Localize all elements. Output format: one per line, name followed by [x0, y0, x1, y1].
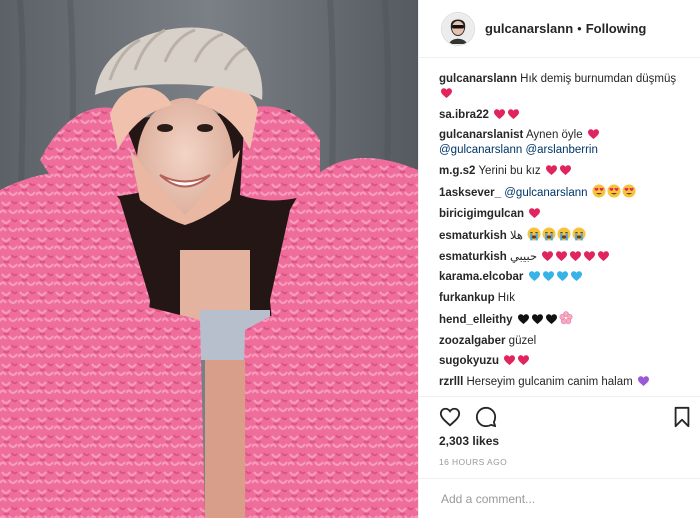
- blue-heart-emoji: [556, 270, 569, 282]
- comment-item: rzrlll Herseyim gulcanim canim halam: [439, 375, 691, 390]
- comment-text: حبيبي: [509, 250, 538, 263]
- post-timestamp[interactable]: 16 HOURS AGO: [439, 457, 507, 467]
- comment-username[interactable]: hend_elleithy: [439, 314, 513, 326]
- black-heart-emoji: [517, 313, 530, 325]
- post-photo-illustration: [0, 0, 418, 518]
- comment-username[interactable]: sa.ibra22: [439, 109, 489, 121]
- comment-text: هلا: [509, 230, 523, 242]
- heart-outline-icon[interactable]: [439, 406, 461, 428]
- add-comment-bar: [419, 478, 700, 518]
- blue-heart-emoji: [570, 270, 583, 282]
- comment-username[interactable]: 1asksever_: [439, 187, 501, 199]
- red-heart-emoji: [583, 250, 596, 262]
- red-heart-emoji: [545, 164, 558, 176]
- comment-item: zoozalgaber güzel: [439, 334, 691, 349]
- post-sidebar: gulcanarslann • Following gulcanarslann …: [418, 0, 700, 518]
- crying-face-emoji: [572, 227, 586, 241]
- comment-username[interactable]: furkankup: [439, 292, 495, 304]
- comment-item: gulcanarslann Hık demiş burnumdan düşmüş: [439, 72, 691, 102]
- likes-count[interactable]: 2,303 likes: [439, 434, 499, 448]
- comment-item: gulcanarslanist Aynen öyle @gulcanarslan…: [439, 128, 691, 158]
- comment-item: sugokyuzu: [439, 354, 691, 369]
- heart-eyes-emoji: [622, 184, 636, 198]
- avatar[interactable]: [441, 11, 475, 46]
- comment-mention[interactable]: @gulcanarslann: [504, 187, 587, 199]
- comment-username[interactable]: zoozalgaber: [439, 335, 505, 347]
- comment-username[interactable]: m.g.s2: [439, 165, 475, 177]
- blue-heart-emoji: [528, 270, 541, 282]
- comment-item: furkankup Hık: [439, 291, 691, 306]
- comment-username[interactable]: rzrlll: [439, 376, 463, 388]
- comment-text: Hık demiş burnumdan düşmüş: [520, 73, 677, 85]
- comment-text: güzel: [508, 334, 537, 347]
- comment-username[interactable]: esmaturkish: [439, 230, 507, 242]
- red-heart-emoji: [528, 207, 541, 219]
- crying-face-emoji: [557, 227, 571, 241]
- comment-mention[interactable]: @arslanberrin: [525, 144, 597, 156]
- instagram-post: gulcanarslann • Following gulcanarslann …: [0, 0, 700, 518]
- add-comment-input[interactable]: [439, 489, 683, 509]
- following-button[interactable]: Following: [586, 21, 647, 36]
- comment-item: esmaturkish حبيبي: [439, 250, 691, 265]
- blue-heart-emoji: [542, 270, 555, 282]
- red-heart-emoji: [555, 250, 568, 262]
- header-separator: •: [577, 21, 582, 36]
- comment-username[interactable]: karama.elcobar: [439, 271, 523, 283]
- crying-face-emoji: [542, 227, 556, 241]
- red-heart-emoji: [493, 108, 506, 120]
- comment-username[interactable]: esmaturkish: [439, 251, 507, 263]
- heart-eyes-emoji: [592, 184, 606, 198]
- comment-username[interactable]: sugokyuzu: [439, 355, 499, 367]
- red-heart-emoji: [507, 108, 520, 120]
- comment-username[interactable]: gulcanarslanist: [439, 129, 523, 141]
- comment-username[interactable]: biricigimgulcan: [439, 208, 524, 220]
- post-photo[interactable]: [0, 0, 418, 518]
- action-bar: [419, 396, 700, 435]
- cherry-blossom-emoji: [559, 311, 573, 325]
- comment-text: Yerini bu kız: [478, 164, 541, 177]
- comment-item: esmaturkish هلا: [439, 227, 691, 244]
- red-heart-emoji: [559, 164, 572, 176]
- comment-item: 1asksever_ @gulcanarslann: [439, 184, 691, 201]
- comment-text: Herseyim gulcanim canim halam: [466, 375, 633, 388]
- purple-heart-emoji: [637, 375, 650, 387]
- red-heart-emoji: [587, 128, 600, 140]
- red-heart-emoji: [569, 250, 582, 262]
- comment-item: sa.ibra22: [439, 108, 691, 123]
- comments-list: gulcanarslann Hık demiş burnumdan düşmüş…: [439, 72, 691, 394]
- black-heart-emoji: [531, 313, 544, 325]
- comment-item: m.g.s2 Yerini bu kız: [439, 164, 691, 179]
- red-heart-emoji: [503, 354, 516, 366]
- red-heart-emoji: [440, 87, 453, 99]
- heart-eyes-emoji: [607, 184, 621, 198]
- black-heart-emoji: [545, 313, 558, 325]
- comment-username[interactable]: gulcanarslann: [439, 73, 517, 85]
- comment-text: Hık: [497, 291, 516, 304]
- comment-item: hend_elleithy: [439, 311, 691, 328]
- comment-mention[interactable]: @gulcanarslann: [439, 144, 522, 156]
- crying-face-emoji: [527, 227, 541, 241]
- comment-bubble-icon[interactable]: [475, 406, 497, 428]
- red-heart-emoji: [517, 354, 530, 366]
- bookmark-icon[interactable]: [671, 406, 693, 428]
- comment-item: biricigimgulcan: [439, 207, 691, 222]
- red-heart-emoji: [597, 250, 610, 262]
- header-username[interactable]: gulcanarslann: [485, 21, 573, 36]
- comment-item: karama.elcobar: [439, 270, 691, 285]
- avatar-image: [443, 13, 473, 44]
- red-heart-emoji: [541, 250, 554, 262]
- post-header: gulcanarslann • Following: [419, 0, 700, 58]
- comment-text: Aynen öyle: [525, 129, 583, 141]
